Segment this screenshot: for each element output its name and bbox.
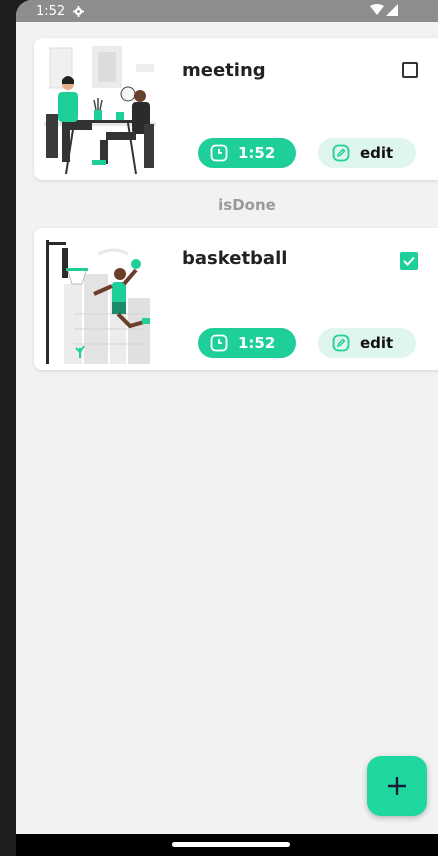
clock-icon xyxy=(210,334,228,352)
wifi-icon xyxy=(370,4,384,15)
task-title: meeting xyxy=(182,60,266,81)
home-handle[interactable] xyxy=(172,842,290,847)
add-task-button[interactable] xyxy=(367,756,427,816)
time-label: 1:52 xyxy=(238,334,276,352)
clock-icon xyxy=(210,144,228,162)
app-screen: 1:52 meeting 1:52 edit isDone basketball… xyxy=(16,0,438,856)
edit-button[interactable]: edit xyxy=(318,328,416,358)
done-checkbox[interactable] xyxy=(402,62,418,78)
navigation-bar xyxy=(16,834,438,856)
plus-icon xyxy=(388,777,406,795)
task-card[interactable]: meeting 1:52 edit xyxy=(34,38,438,180)
time-label: 1:52 xyxy=(238,144,276,162)
edit-icon xyxy=(332,144,350,162)
task-title: basketball xyxy=(182,248,288,269)
basketball-illustration xyxy=(46,240,150,364)
edit-icon xyxy=(332,334,350,352)
status-time: 1:52 xyxy=(36,3,66,19)
meeting-illustration xyxy=(44,46,156,175)
task-card[interactable]: basketball 1:52 edit xyxy=(34,228,438,370)
edit-button[interactable]: edit xyxy=(318,138,416,168)
check-icon xyxy=(403,256,415,266)
time-button[interactable]: 1:52 xyxy=(198,328,296,358)
section-label: isDone xyxy=(218,196,276,214)
time-button[interactable]: 1:52 xyxy=(198,138,296,168)
edit-label: edit xyxy=(360,334,394,352)
edit-label: edit xyxy=(360,144,394,162)
status-bar: 1:52 xyxy=(16,0,438,22)
gear-icon xyxy=(73,5,85,17)
done-checkbox[interactable] xyxy=(400,252,418,270)
signal-icon xyxy=(386,4,398,16)
